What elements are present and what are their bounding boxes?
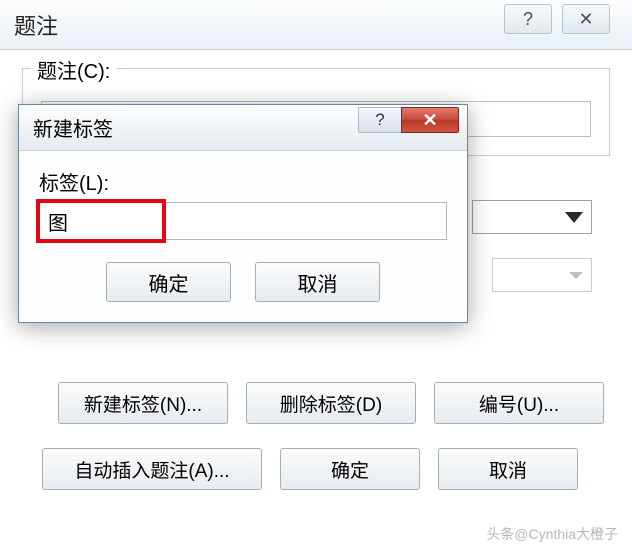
inner-titlebar-buttons: ? ✕: [358, 107, 459, 133]
new-label-button[interactable]: 新建标签(N)...: [58, 382, 228, 424]
inner-title: 新建标签: [33, 113, 113, 142]
main-ok-button[interactable]: 确定: [280, 448, 420, 490]
delete-label-button[interactable]: 删除标签(D): [246, 382, 416, 424]
chevron-down-icon: [565, 212, 583, 223]
main-titlebar-buttons: ? ✕: [504, 4, 610, 34]
main-close-button[interactable]: ✕: [562, 4, 610, 34]
inner-help-button[interactable]: ?: [358, 107, 402, 133]
label-input-wrap: [39, 202, 447, 240]
close-icon: ✕: [422, 110, 437, 131]
inner-cancel-button[interactable]: 取消: [255, 262, 380, 302]
help-icon: ?: [375, 110, 384, 130]
label-prompt: 标签(L):: [39, 167, 447, 196]
inner-buttons-row: 确定 取消: [39, 262, 447, 302]
main-titlebar[interactable]: 题注 ? ✕: [0, 0, 632, 50]
caption-label: 题注(C):: [31, 55, 116, 84]
help-icon: ?: [523, 9, 533, 30]
main-title: 题注: [14, 9, 58, 41]
inner-close-button[interactable]: ✕: [401, 107, 459, 133]
inner-titlebar[interactable]: 新建标签 ? ✕: [19, 105, 467, 151]
auto-caption-button[interactable]: 自动插入题注(A)...: [42, 448, 262, 490]
position-dropdown[interactable]: [492, 258, 592, 292]
label-dropdown[interactable]: [472, 200, 592, 234]
main-cancel-button[interactable]: 取消: [438, 448, 578, 490]
close-icon: ✕: [578, 9, 593, 30]
numbering-button[interactable]: 编号(U)...: [434, 382, 604, 424]
label-buttons-row: 新建标签(N)... 删除标签(D) 编号(U)...: [58, 382, 610, 424]
watermark: 头条@Cynthia大橙子: [486, 524, 618, 544]
dialog-buttons-row: 自动插入题注(A)... 确定 取消: [42, 448, 610, 490]
inner-ok-button[interactable]: 确定: [106, 262, 231, 302]
chevron-down-icon: [569, 272, 583, 279]
help-button[interactable]: ?: [504, 4, 552, 34]
inner-body: 标签(L): 确定 取消: [19, 151, 467, 322]
new-label-dialog: 新建标签 ? ✕ 标签(L): 确定 取消: [18, 104, 468, 323]
label-input[interactable]: [39, 202, 447, 240]
